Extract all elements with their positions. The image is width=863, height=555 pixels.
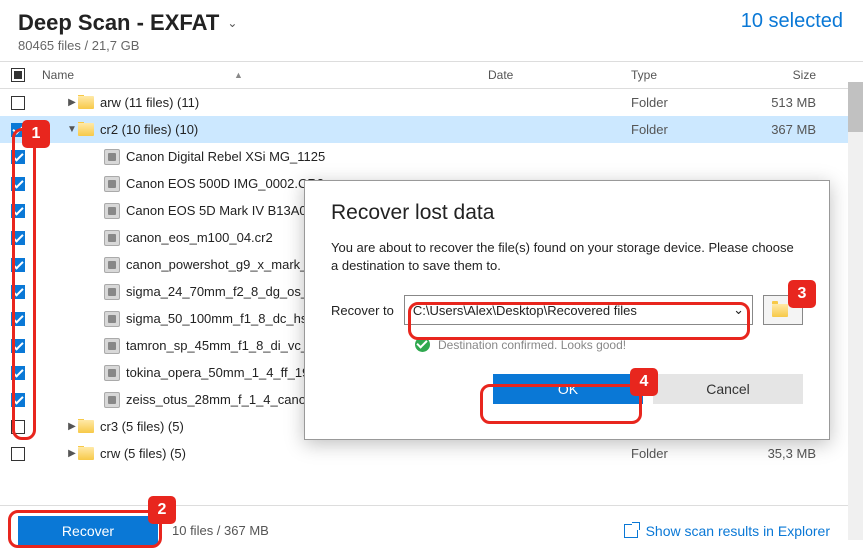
folder-icon	[78, 96, 94, 109]
folder-icon	[772, 304, 788, 317]
file-name: crw (5 files) (5)	[100, 446, 186, 461]
chevron-down-icon: ⌄	[733, 302, 744, 318]
table-row[interactable]: ▶ crw (5 files) (5) Folder35,3 MB	[0, 440, 863, 467]
row-checkbox[interactable]	[11, 339, 25, 353]
selected-count: 10 selected	[741, 10, 843, 33]
row-checkbox[interactable]	[11, 447, 25, 461]
row-checkbox[interactable]	[11, 366, 25, 380]
expand-toggle-icon[interactable]: ▶	[66, 421, 78, 432]
file-size: 513 MB	[746, 95, 840, 110]
file-name: tokina_opera_50mm_1_4_ff_19.c	[126, 365, 319, 380]
col-date[interactable]: Date	[488, 68, 631, 82]
col-size[interactable]: Size	[746, 68, 840, 82]
file-name: cr2 (10 files) (10)	[100, 122, 198, 137]
file-icon	[104, 392, 120, 408]
table-row[interactable]: ▶ arw (11 files) (11) Folder513 MB	[0, 89, 863, 116]
row-checkbox[interactable]	[11, 312, 25, 326]
col-type[interactable]: Type	[631, 68, 746, 82]
file-icon	[104, 311, 120, 327]
file-icon	[104, 230, 120, 246]
file-name: Canon EOS 5D Mark IV B13A073	[126, 203, 321, 218]
row-checkbox[interactable]	[11, 231, 25, 245]
destination-confirmed: Destination confirmed. Looks good!	[415, 337, 803, 352]
expand-toggle-icon[interactable]: ▶	[66, 448, 78, 459]
annotation-4: 4	[630, 368, 658, 396]
file-icon	[104, 338, 120, 354]
file-type: Folder	[631, 446, 746, 461]
dialog-title: Recover lost data	[331, 201, 803, 225]
file-name: Canon EOS 500D IMG_0002.CR2	[126, 176, 324, 191]
expand-toggle-icon[interactable]: ▶	[66, 97, 78, 108]
expand-toggle-icon[interactable]: ▼	[66, 124, 78, 135]
row-checkbox[interactable]	[11, 96, 25, 110]
row-checkbox[interactable]	[11, 204, 25, 218]
row-checkbox[interactable]	[11, 258, 25, 272]
destination-select[interactable]: C:\Users\Alex\Desktop\Recovered files ⌄	[404, 295, 753, 325]
row-checkbox[interactable]	[11, 420, 25, 434]
header: Deep Scan - EXFAT ⌄ 80465 files / 21,7 G…	[0, 0, 863, 61]
annotation-1: 1	[22, 120, 50, 148]
row-checkbox[interactable]	[11, 177, 25, 191]
file-icon	[104, 176, 120, 192]
table-row[interactable]: ▼ cr2 (10 files) (10) Folder367 MB	[0, 116, 863, 143]
file-name: canon_powershot_g9_x_mark_ii_	[126, 257, 320, 272]
recover-button[interactable]: Recover	[18, 516, 158, 546]
dialog-text: You are about to recover the file(s) fou…	[331, 239, 803, 275]
file-icon	[104, 149, 120, 165]
file-type: Folder	[631, 95, 746, 110]
file-name: zeiss_otus_28mm_f_1_4_canon_e	[126, 392, 328, 407]
cancel-button[interactable]: Cancel	[653, 374, 803, 404]
folder-icon	[78, 123, 94, 136]
folder-icon	[78, 447, 94, 460]
scrollbar-track[interactable]	[848, 82, 863, 540]
file-name: sigma_50_100mm_f1_8_dc_hsm_	[126, 311, 325, 326]
show-in-explorer-link[interactable]: Show scan results in Explorer	[624, 523, 830, 539]
annotation-3: 3	[788, 280, 816, 308]
ok-button[interactable]: OK	[493, 374, 643, 404]
page-title: Deep Scan - EXFAT	[18, 10, 219, 36]
file-icon	[104, 203, 120, 219]
row-checkbox[interactable]	[11, 150, 25, 164]
file-icon	[104, 365, 120, 381]
file-name: sigma_24_70mm_f2_8_dg_os_hs	[126, 284, 322, 299]
col-name[interactable]: Name	[42, 68, 74, 82]
file-size: 367 MB	[746, 122, 840, 137]
folder-icon	[78, 420, 94, 433]
file-name: tamron_sp_45mm_f1_8_di_vc_us	[126, 338, 322, 353]
file-size: 35,3 MB	[746, 446, 840, 461]
title-dropdown-icon[interactable]: ⌄	[227, 16, 237, 30]
recover-dialog: Recover lost data You are about to recov…	[304, 180, 830, 440]
file-icon	[104, 284, 120, 300]
table-row[interactable]: Canon Digital Rebel XSi MG_1125	[0, 143, 863, 170]
row-checkbox[interactable]	[11, 285, 25, 299]
annotation-2: 2	[148, 496, 176, 524]
file-name: Canon Digital Rebel XSi MG_1125	[126, 149, 325, 164]
file-name: cr3 (5 files) (5)	[100, 419, 184, 434]
file-name: canon_eos_m100_04.cr2	[126, 230, 273, 245]
check-circle-icon	[415, 337, 430, 352]
select-all-checkbox[interactable]	[11, 68, 25, 82]
footer: Recover 10 files / 367 MB Show scan resu…	[0, 505, 848, 555]
recover-to-label: Recover to	[331, 303, 394, 318]
row-checkbox[interactable]	[11, 393, 25, 407]
file-type: Folder	[631, 122, 746, 137]
scrollbar-thumb[interactable]	[848, 82, 863, 132]
table-header: Name ▲ Date Type Size	[0, 61, 863, 89]
sort-arrow-icon: ▲	[234, 70, 243, 80]
footer-stats: 10 files / 367 MB	[172, 523, 269, 538]
file-name: arw (11 files) (11)	[100, 95, 199, 110]
scan-stats: 80465 files / 21,7 GB	[18, 38, 237, 53]
external-link-icon	[624, 524, 638, 538]
destination-path: C:\Users\Alex\Desktop\Recovered files	[413, 303, 637, 318]
file-icon	[104, 257, 120, 273]
